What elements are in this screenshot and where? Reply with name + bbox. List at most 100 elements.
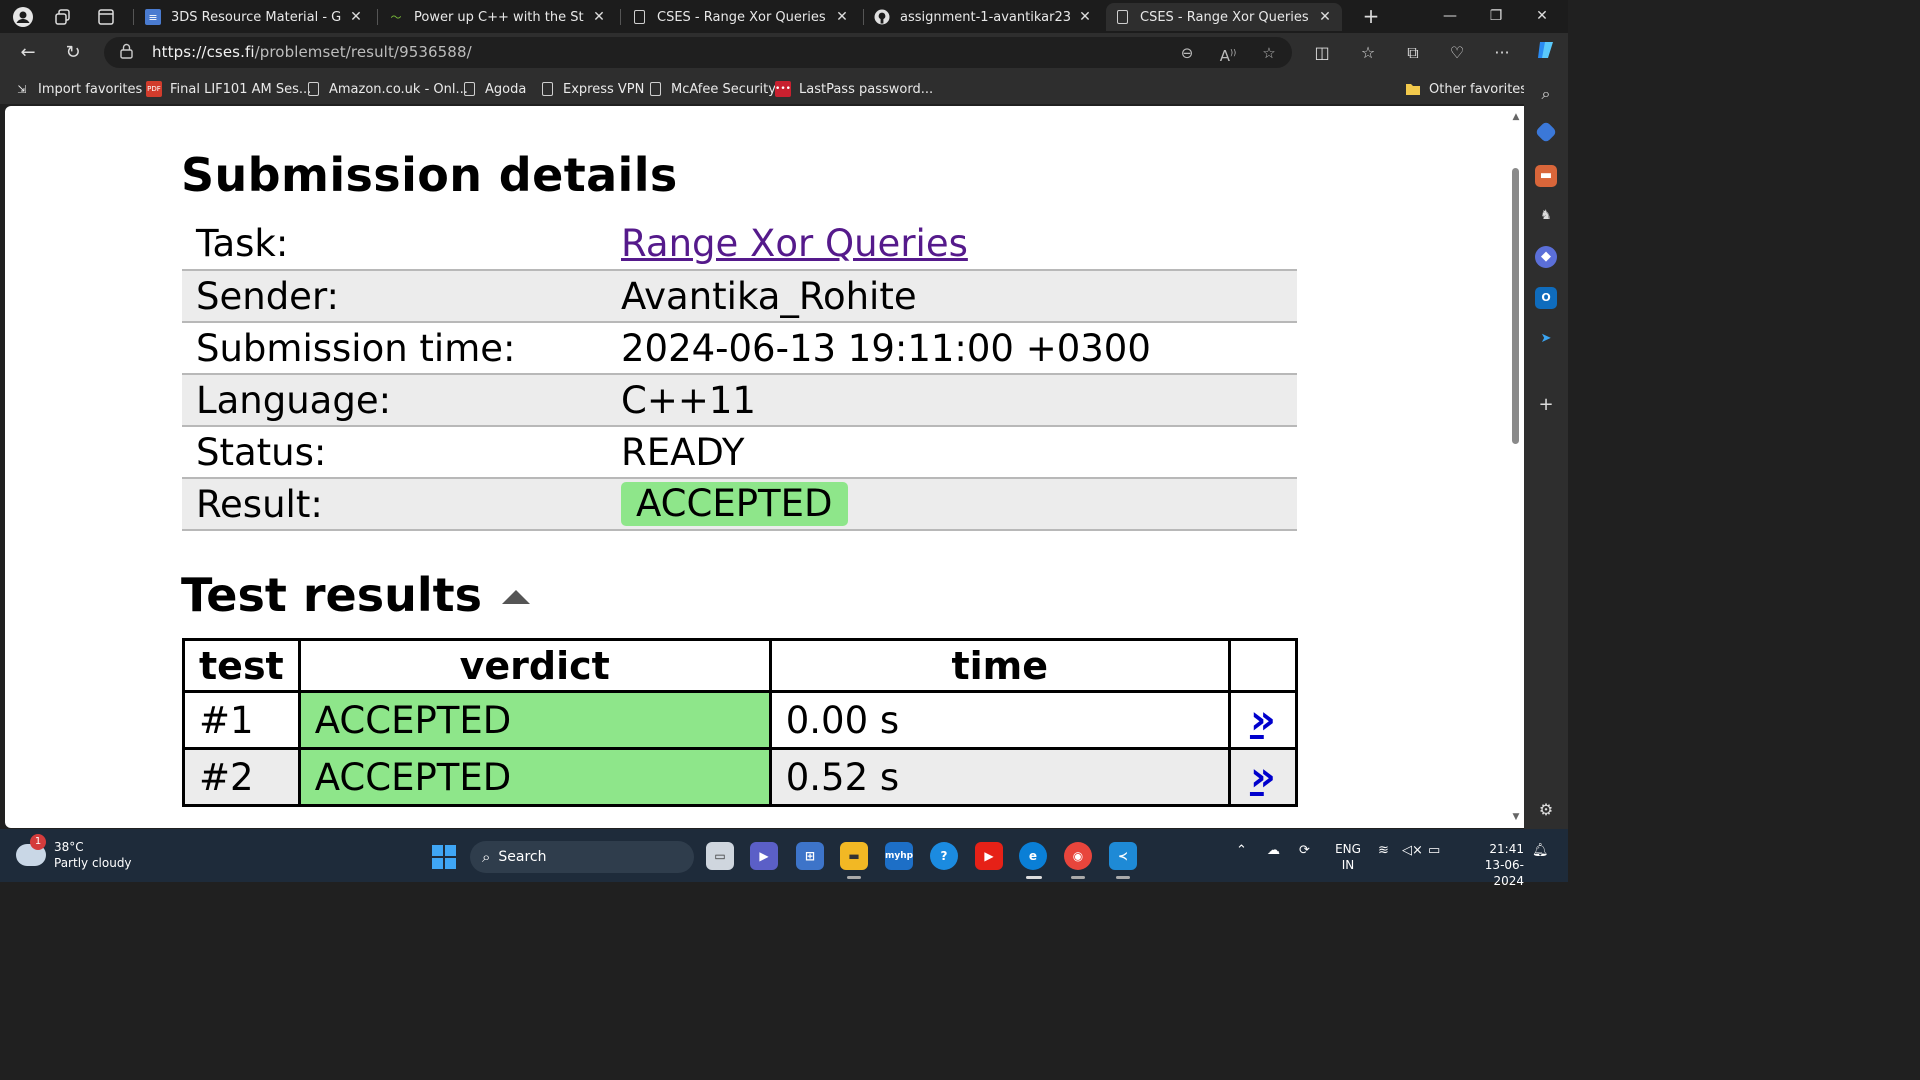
address-bar[interactable]: https://cses.fi/problemset/result/953658… <box>104 37 1292 68</box>
collections-icon[interactable]: ⧉ <box>1399 39 1427 67</box>
tab-github-assignment[interactable]: assignment-1-avantikar23/Assig ✕ <box>866 3 1102 31</box>
page-viewport: Submission details Task: Range Xor Queri… <box>5 106 1508 828</box>
system-clock[interactable]: 21:41 13-06-2024 <box>1462 841 1524 889</box>
vscode-icon[interactable]: ≺ <box>1109 842 1137 870</box>
weather-widget[interactable]: 1 38°C Partly cloudy <box>16 834 132 871</box>
chrome-icon[interactable]: ◉ <box>1064 842 1092 870</box>
detail-value: 2024-06-13 19:11:00 +0300 <box>607 322 1297 375</box>
wifi-icon[interactable]: ≋ <box>1378 843 1389 858</box>
favorite-label: Import favorites <box>38 81 143 97</box>
help-icon[interactable]: ? <box>930 842 958 870</box>
close-tab-icon[interactable]: ✕ <box>590 9 608 25</box>
youtube-icon[interactable]: ▶ <box>975 842 1003 870</box>
restore-button[interactable]: ❐ <box>1476 4 1516 28</box>
onedrive-icon[interactable]: ☁ <box>1267 843 1280 858</box>
language-indicator[interactable]: ENG IN <box>1334 841 1362 873</box>
favorites-bar: ⇲ Import favorites PDF Final LIF101 AM S… <box>0 73 1568 104</box>
taskbar-search[interactable]: ⌕ Search <box>470 841 694 873</box>
notifications-bell-icon[interactable]: 🔔︎ <box>1532 843 1549 858</box>
favorite-agoda[interactable]: Agoda <box>461 79 526 99</box>
favorites-icon[interactable]: ☆ <box>1354 39 1382 67</box>
minimize-button[interactable]: — <box>1430 4 1470 28</box>
workspaces-icon[interactable] <box>50 4 76 30</box>
games-icon[interactable]: ♞ <box>1535 205 1557 227</box>
file-explorer-icon[interactable]: ▬ <box>840 842 868 870</box>
table-header-row: test verdict time <box>182 638 1299 693</box>
outlook-icon[interactable]: O <box>1535 287 1557 309</box>
tab-title: assignment-1-avantikar23/Assig <box>900 9 1070 25</box>
refresh-button[interactable]: ↻ <box>59 39 87 67</box>
edge-icon[interactable]: e <box>1019 842 1047 870</box>
performance-icon[interactable]: ♡ <box>1443 39 1471 67</box>
tab-power-up-cpp[interactable]: 〜 Power up C++ with the Standard ✕ <box>380 3 616 31</box>
back-button[interactable]: ← <box>14 39 42 67</box>
tab-3ds-resource[interactable]: ≡ 3DS Resource Material - Google ✕ <box>137 3 373 31</box>
teams-chat-icon[interactable]: ▶ <box>750 842 778 870</box>
collapse-caret-icon[interactable] <box>502 590 530 604</box>
scroll-up-icon[interactable]: ▲ <box>1511 112 1521 122</box>
close-tab-icon[interactable]: ✕ <box>833 9 851 25</box>
myhp-icon[interactable]: myhp <box>885 842 913 870</box>
submission-details-heading: Submission details <box>181 148 678 202</box>
zoom-icon[interactable]: ⊖ <box>1176 42 1198 64</box>
tab-cses-result-1[interactable]: CSES - Range Xor Queries - Resu ✕ <box>623 3 859 31</box>
other-favorites-folder[interactable]: Other favorites <box>1405 79 1527 99</box>
close-window-button[interactable]: ✕ <box>1522 4 1562 28</box>
profile-icon[interactable] <box>10 4 36 30</box>
edge-sidebar: ⌕ ▬ ♞ ◆ O ➤ + ⚙ <box>1524 73 1568 829</box>
tools-icon[interactable]: ▬ <box>1535 165 1557 187</box>
battery-icon[interactable]: ▭ <box>1428 843 1440 858</box>
favorite-express-vpn[interactable]: Express VPN <box>539 79 644 99</box>
sidebar-settings-icon[interactable]: ⚙ <box>1535 799 1557 821</box>
active-indicator <box>1026 876 1042 879</box>
page-icon <box>461 81 477 97</box>
start-button[interactable] <box>432 845 456 869</box>
page-icon <box>539 81 555 97</box>
more-menu-icon[interactable]: ··· <box>1488 39 1516 67</box>
view-test-link[interactable]: » <box>1245 700 1281 740</box>
vertical-tabs-icon[interactable] <box>93 4 119 30</box>
test-time: 0.00 s <box>768 690 1231 750</box>
close-tab-icon[interactable]: ✕ <box>1076 9 1094 25</box>
tab-title: CSES - Range Xor Queries - Resu <box>657 9 827 25</box>
task-view-icon[interactable]: ▭ <box>706 842 734 870</box>
add-sidebar-app-icon[interactable]: + <box>1535 394 1557 416</box>
read-aloud-icon[interactable]: A)) <box>1217 42 1239 65</box>
scrollbar-thumb[interactable] <box>1512 168 1519 444</box>
favorite-mcafee[interactable]: McAfee Security <box>647 79 776 99</box>
test-link-cell: » <box>1227 690 1299 750</box>
copilot-icon[interactable] <box>1532 39 1560 67</box>
favorite-label: McAfee Security <box>671 81 776 97</box>
page-scrollbar[interactable]: ▲ ▼ <box>1508 106 1524 828</box>
favorite-label: LastPass password... <box>799 81 934 97</box>
favorite-final-lif101[interactable]: PDF Final LIF101 AM Ses... <box>146 79 311 99</box>
sync-icon[interactable]: ⟳ <box>1299 843 1310 858</box>
favorite-lastpass[interactable]: ••• LastPass password... <box>775 79 933 99</box>
microsoft-store-icon[interactable]: ⊞ <box>796 842 824 870</box>
clock-time: 21:41 <box>1489 842 1524 856</box>
task-link[interactable]: Range Xor Queries <box>621 222 968 265</box>
favorite-import[interactable]: ⇲ Import favorites <box>14 79 142 99</box>
docs-icon: ≡ <box>145 9 161 25</box>
new-tab-button[interactable]: + <box>1358 4 1384 30</box>
favorite-star-icon[interactable]: ☆ <box>1258 42 1280 64</box>
send-icon[interactable]: ➤ <box>1535 328 1557 350</box>
close-tab-icon[interactable]: ✕ <box>347 9 365 25</box>
shopping-tag-icon[interactable] <box>1534 120 1558 144</box>
favorite-amazon[interactable]: Amazon.co.uk - Onl... <box>305 79 468 99</box>
show-hidden-icons-icon[interactable]: ⌃ <box>1236 843 1247 858</box>
scroll-down-icon[interactable]: ▼ <box>1511 812 1521 822</box>
search-icon[interactable]: ⌕ <box>1535 83 1557 105</box>
tab-cses-result-active[interactable]: CSES - Range Xor Queries - Resu ✕ <box>1106 3 1342 31</box>
column-header-link <box>1227 638 1299 693</box>
split-screen-icon[interactable]: ◫ <box>1308 39 1336 67</box>
view-test-link[interactable]: » <box>1245 757 1281 797</box>
copilot-designer-icon[interactable]: ◆ <box>1535 246 1557 268</box>
favorite-label: Other favorites <box>1429 81 1528 97</box>
pdf-icon: PDF <box>146 81 162 97</box>
detail-row-task: Task: Range Xor Queries <box>182 218 1297 271</box>
close-tab-icon[interactable]: ✕ <box>1316 9 1334 25</box>
volume-muted-icon[interactable]: ◁× <box>1402 843 1423 858</box>
detail-value: Avantika_Rohite <box>607 270 1297 323</box>
lock-icon <box>120 43 134 61</box>
